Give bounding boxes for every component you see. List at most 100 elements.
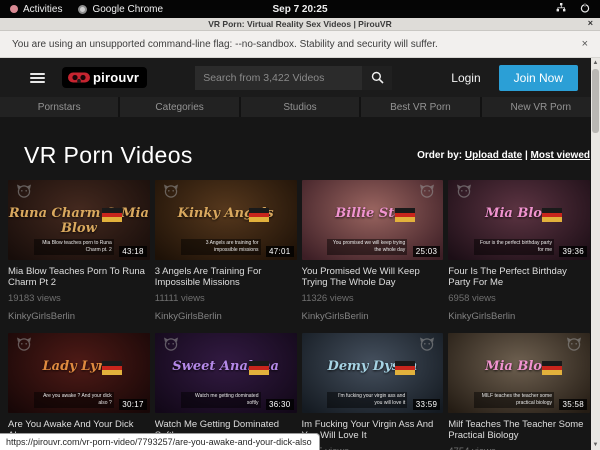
- duration-badge: 30:17: [119, 399, 147, 410]
- menu-icon[interactable]: [30, 73, 45, 83]
- nav-item-categories[interactable]: Categories: [118, 97, 238, 117]
- view-count: 6958 views: [448, 293, 590, 304]
- video-card: Mia Blow MILF teaches the teacher some p…: [448, 333, 590, 450]
- cat-mask-watermark-icon: [419, 184, 435, 203]
- german-flag-icon: [102, 208, 122, 222]
- search-icon: [371, 71, 384, 84]
- video-card: Kinky Angels 3 Angels are training for i…: [155, 180, 297, 322]
- german-flag-icon: [542, 208, 562, 222]
- order-by-label: Order by:: [417, 150, 462, 161]
- studio-link[interactable]: KinkyGirlsBerlin: [448, 311, 590, 322]
- thumbnail-overlay-title: Runa Charm & Mia Blow: [8, 206, 150, 236]
- studio-link[interactable]: KinkyGirlsBerlin: [155, 311, 297, 322]
- thumbnail-overlay-title: Mia Blow: [448, 206, 590, 221]
- order-most-viewed-link[interactable]: Most viewed: [531, 150, 590, 161]
- search-bar: [195, 66, 392, 90]
- video-title[interactable]: You Promised We Will Keep Trying The Who…: [302, 266, 444, 288]
- video-thumbnail[interactable]: Mia Blow MILF teaches the teacher some p…: [448, 333, 590, 413]
- german-flag-icon: [102, 361, 122, 375]
- video-title[interactable]: Four Is The Perfect Birthday Party For M…: [448, 266, 590, 288]
- duration-badge: 47:01: [266, 246, 294, 257]
- thumbnail-caption: MILF teaches the teacher some practical …: [474, 392, 554, 408]
- page-tab-title: VR Porn: Virtual Reality Sex Videos | Pi…: [208, 19, 391, 29]
- cat-mask-watermark-icon: [566, 337, 582, 356]
- video-thumbnail[interactable]: Billie Star You promised we will keep tr…: [302, 180, 444, 260]
- cat-mask-watermark-icon: [16, 184, 32, 203]
- duration-badge: 36:30: [266, 399, 294, 410]
- view-count: 11111 views: [155, 293, 297, 304]
- cat-mask-watermark-icon: [456, 184, 472, 203]
- video-card: Demy Dyson I'm fucking your virgin ass a…: [302, 333, 444, 450]
- scroll-up-icon[interactable]: ▲: [593, 58, 599, 68]
- browser-title-bar: VR Porn: Virtual Reality Sex Videos | Pi…: [0, 18, 600, 31]
- nav-item-pornstars[interactable]: Pornstars: [0, 97, 118, 117]
- video-thumbnail[interactable]: Mia Blow Four is the perfect birthday pa…: [448, 180, 590, 260]
- cat-mask-watermark-icon: [163, 184, 179, 203]
- video-thumbnail[interactable]: Sweet Analena Watch me getting dominated…: [155, 333, 297, 413]
- thumbnail-caption: 3 Angels are training for impossible mis…: [181, 239, 261, 255]
- view-count: 8785 views: [302, 446, 444, 450]
- thumbnail-caption: Four is the perfect birthday party for m…: [474, 239, 554, 255]
- clock[interactable]: Sep 7 20:25: [0, 4, 600, 15]
- view-count: 4754 views: [448, 446, 590, 450]
- cat-mask-watermark-icon: [16, 337, 32, 356]
- site-logo[interactable]: pirouvr: [62, 67, 147, 88]
- german-flag-icon: [542, 361, 562, 375]
- sandbox-warning-bar: You are using an unsupported command-lin…: [0, 31, 600, 58]
- join-now-button[interactable]: Join Now: [499, 65, 578, 91]
- thumbnail-overlay-title: Demy Dyson: [302, 359, 444, 374]
- video-title[interactable]: Im Fucking Your Virgin Ass And You Will …: [302, 419, 444, 441]
- thumbnail-overlay-title: Sweet Analena: [155, 359, 297, 374]
- nav-item-best-vr[interactable]: Best VR Porn: [359, 97, 479, 117]
- duration-badge: 39:36: [559, 246, 587, 257]
- page-head: VR Porn Videos Order by: Upload date | M…: [0, 117, 600, 177]
- site-header: pirouvr Login Join Now: [0, 58, 600, 97]
- warning-message: You are using an unsupported command-lin…: [12, 39, 438, 50]
- video-grid: Runa Charm & Mia Blow Mia Blow teaches p…: [0, 177, 600, 450]
- login-link[interactable]: Login: [451, 71, 480, 85]
- order-separator: |: [525, 150, 528, 161]
- warning-close-icon[interactable]: ×: [582, 38, 588, 50]
- german-flag-icon: [395, 361, 415, 375]
- search-button[interactable]: [362, 66, 392, 90]
- studio-link[interactable]: KinkyGirlsBerlin: [8, 311, 150, 322]
- thumbnail-caption: Are you awake ? And your dick also ?: [34, 392, 114, 408]
- duration-badge: 33:59: [413, 399, 441, 410]
- thumbnail-overlay-title: Mia Blow: [448, 359, 590, 374]
- video-thumbnail[interactable]: Runa Charm & Mia Blow Mia Blow teaches p…: [8, 180, 150, 260]
- cat-mask-watermark-icon: [163, 337, 179, 356]
- system-top-bar: Activities Google Chrome Sep 7 20:25: [0, 0, 600, 18]
- video-title[interactable]: 3 Angels Are Training For Impossible Mis…: [155, 266, 297, 288]
- video-thumbnail[interactable]: Kinky Angels 3 Angels are training for i…: [155, 180, 297, 260]
- thumbnail-caption: Mia Blow teaches porn to Runa Charm pt. …: [34, 239, 114, 255]
- page-scrollbar[interactable]: ▲ ▼: [591, 58, 600, 450]
- video-card: Billie Star You promised we will keep tr…: [302, 180, 444, 322]
- scroll-down-icon[interactable]: ▼: [593, 440, 599, 450]
- video-title[interactable]: Milf Teaches The Teacher Some Practical …: [448, 419, 590, 441]
- nav-item-studios[interactable]: Studios: [239, 97, 359, 117]
- german-flag-icon: [395, 208, 415, 222]
- cat-mask-watermark-icon: [419, 337, 435, 356]
- logo-text: pirouvr: [93, 70, 139, 85]
- german-flag-icon: [249, 361, 269, 375]
- thumbnail-overlay-title: Billie Star: [302, 206, 444, 221]
- studio-link[interactable]: KinkyGirlsBerlin: [302, 311, 444, 322]
- video-card: Runa Charm & Mia Blow Mia Blow teaches p…: [8, 180, 150, 322]
- power-icon[interactable]: [580, 3, 590, 16]
- thumbnail-caption: Watch me getting dominated softly: [181, 392, 261, 408]
- tab-close-icon[interactable]: ×: [588, 18, 593, 28]
- thumbnail-overlay-title: Kinky Angels: [155, 206, 297, 221]
- nav-item-new-vr[interactable]: New VR Porn: [480, 97, 600, 117]
- video-card: Mia Blow Four is the perfect birthday pa…: [448, 180, 590, 322]
- view-count: 19183 views: [8, 293, 150, 304]
- search-input[interactable]: [195, 66, 362, 90]
- video-thumbnail[interactable]: Lady Lyne Are you awake ? And your dick …: [8, 333, 150, 413]
- video-title[interactable]: Mia Blow Teaches Porn To Runa Charm Pt 2: [8, 266, 150, 288]
- video-thumbnail[interactable]: Demy Dyson I'm fucking your virgin ass a…: [302, 333, 444, 413]
- order-upload-date-link[interactable]: Upload date: [465, 150, 522, 161]
- german-flag-icon: [249, 208, 269, 222]
- main-nav: Pornstars Categories Studios Best VR Por…: [0, 97, 600, 117]
- duration-badge: 43:18: [119, 246, 147, 257]
- network-icon[interactable]: [556, 3, 566, 15]
- scrollbar-thumb[interactable]: [592, 69, 599, 133]
